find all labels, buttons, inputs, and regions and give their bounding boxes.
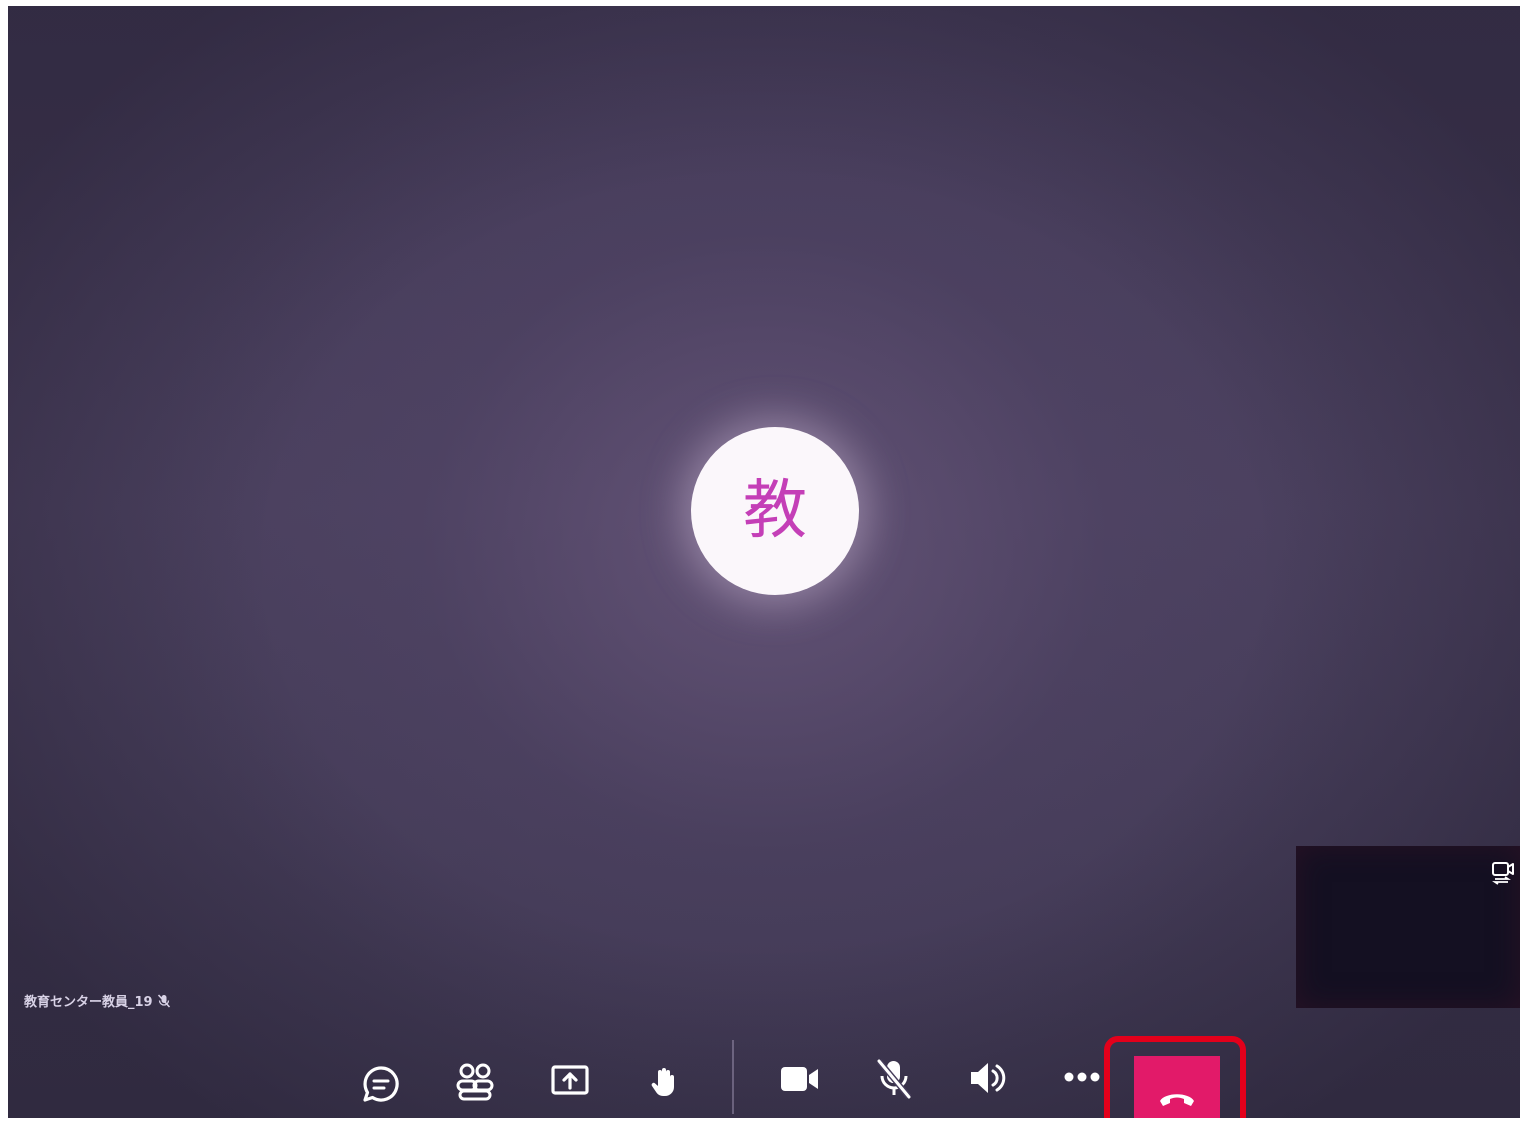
chat-button[interactable]	[355, 1058, 407, 1110]
more-options-button[interactable]	[1056, 1051, 1108, 1103]
camera-button[interactable]	[774, 1053, 826, 1105]
toolbar-divider	[732, 1040, 734, 1114]
mic-muted-small-icon	[157, 993, 170, 1008]
more-icon	[1064, 1072, 1100, 1082]
raise-hand-button[interactable]	[638, 1056, 690, 1108]
mic-button[interactable]	[868, 1053, 920, 1105]
video-camera-icon	[781, 1067, 818, 1091]
share-screen-button[interactable]	[544, 1055, 596, 1107]
meeting-stage: 教 教育センター教員_19	[8, 6, 1520, 1118]
participant-name-label: 教育センター教員_19	[24, 991, 171, 1010]
participants-button[interactable]	[449, 1056, 501, 1108]
participant-avatar[interactable]: 教	[691, 427, 859, 595]
avatar-initial: 教	[743, 474, 807, 548]
call-toolbar	[8, 1036, 1520, 1118]
participants-icon	[456, 1063, 494, 1101]
participant-name-text: 教育センター教員_19	[24, 995, 153, 1010]
share-screen-icon	[551, 1065, 589, 1095]
hang-up-button[interactable]	[1134, 1056, 1220, 1118]
speaker-button[interactable]	[962, 1052, 1014, 1104]
chat-icon	[363, 1066, 399, 1102]
switch-camera-icon[interactable]	[1490, 858, 1518, 886]
raise-hand-icon	[651, 1068, 674, 1096]
mic-muted-icon	[876, 1059, 912, 1099]
speaker-icon	[971, 1063, 1006, 1093]
hang-up-icon	[1160, 1094, 1194, 1106]
self-video-preview[interactable]	[1296, 846, 1520, 1008]
